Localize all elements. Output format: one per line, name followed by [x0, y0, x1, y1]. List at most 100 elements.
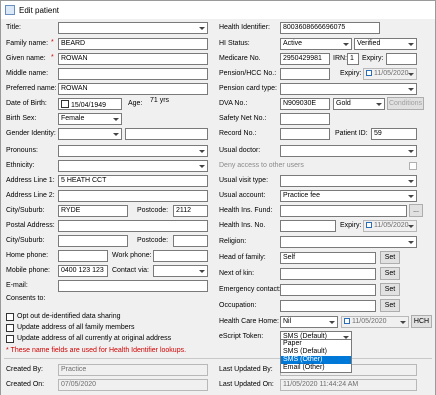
- usual-account-select[interactable]: Practice fee: [280, 190, 417, 202]
- last-updated-on-field: 11/05/2020 11:44:24 AM: [280, 379, 417, 391]
- hi-status-select[interactable]: Active: [280, 38, 352, 50]
- chevron-down-icon: [197, 266, 207, 276]
- occupation-field[interactable]: [280, 300, 376, 312]
- address-line-2-label: Address Line 2:: [6, 192, 55, 199]
- health-identifier-field[interactable]: 8003608666696075: [280, 22, 380, 34]
- health-fund-field[interactable]: [280, 205, 407, 217]
- health-care-home-select[interactable]: Nil: [280, 316, 338, 328]
- pension-card-type-label: Pension card type:: [219, 85, 277, 92]
- head-of-family-label: Head of family:: [219, 254, 266, 261]
- ethnicity-select[interactable]: [58, 160, 208, 172]
- health-care-home-label: Health Care Home:: [219, 318, 279, 325]
- update-family-address-checkbox[interactable]: [6, 324, 14, 332]
- checkbox-icon: [366, 222, 372, 228]
- health-care-home-date-picker[interactable]: 11/05/2020: [341, 316, 409, 328]
- usual-doctor-select[interactable]: [280, 145, 417, 157]
- required-marker: *: [51, 54, 54, 61]
- head-of-family-field[interactable]: Self: [280, 252, 376, 264]
- escript-option-sms-default[interactable]: SMS (Default): [281, 348, 351, 356]
- dob-checkbox[interactable]: [61, 100, 69, 108]
- gender-identity-other-field[interactable]: [125, 128, 208, 140]
- pension-expiry-label: Expiry:: [340, 70, 362, 77]
- birth-sex-select[interactable]: Female: [58, 113, 122, 125]
- escript-option-email-other[interactable]: Email (Other): [281, 364, 351, 372]
- created-on-label: Created On:: [6, 381, 45, 388]
- next-of-kin-field[interactable]: [280, 268, 376, 280]
- opt-out-label: Opt out de-identified data sharing: [17, 313, 121, 320]
- emergency-contact-label: Emergency contact:: [219, 286, 281, 293]
- address-line-1-label: Address Line 1:: [6, 177, 55, 184]
- health-identifier-label: Health Identifier:: [219, 24, 270, 31]
- irn-field[interactable]: 1: [347, 53, 359, 65]
- window-title: Edit patient: [19, 5, 60, 15]
- postal-address-field[interactable]: [58, 220, 208, 232]
- record-no-field[interactable]: [280, 128, 330, 140]
- last-updated-by-label: Last Updated By:: [219, 366, 273, 373]
- escript-option-paper[interactable]: Paper: [281, 340, 351, 348]
- postcode-label: Postcode:: [137, 207, 169, 214]
- health-ins-expiry-picker[interactable]: 11/05/2020: [363, 220, 417, 232]
- religion-select[interactable]: [280, 236, 417, 248]
- emergency-contact-field[interactable]: [280, 284, 376, 296]
- chevron-down-icon: [197, 23, 207, 33]
- hch-button[interactable]: HCH: [411, 315, 432, 328]
- deny-access-label: Deny access to other users: [219, 162, 304, 169]
- work-phone-field[interactable]: [153, 250, 208, 262]
- escript-option-sms-other[interactable]: SMS (Other): [281, 356, 351, 364]
- patient-id-field[interactable]: 59: [371, 128, 417, 140]
- address-line-2-field[interactable]: [58, 190, 208, 202]
- home-phone-field[interactable]: [58, 250, 108, 262]
- postal-postcode-field[interactable]: [173, 235, 208, 247]
- dob-label: Date of Birth:: [6, 100, 47, 107]
- conditions-button[interactable]: Conditions: [387, 97, 424, 110]
- emergency-contact-set-button[interactable]: Set: [380, 283, 400, 296]
- head-of-family-set-button[interactable]: Set: [380, 251, 400, 264]
- medicare-expiry-field[interactable]: [386, 53, 417, 65]
- chevron-down-icon: [111, 114, 121, 124]
- preferred-name-label: Preferred name:: [6, 85, 57, 92]
- dva-card-select[interactable]: Gold: [333, 98, 385, 110]
- chevron-down-icon: [406, 237, 416, 247]
- usual-visit-type-select[interactable]: [280, 175, 417, 187]
- home-phone-label: Home phone:: [6, 252, 49, 259]
- city-field[interactable]: RYDE: [58, 205, 128, 217]
- opt-out-checkbox[interactable]: [6, 313, 14, 321]
- created-on-field: 07/05/2020: [58, 379, 208, 391]
- medicare-field[interactable]: 2950429981: [280, 53, 330, 65]
- chevron-down-icon: [406, 84, 416, 94]
- postal-postcode-label: Postcode:: [137, 237, 169, 244]
- postal-city-field[interactable]: [58, 235, 128, 247]
- address-line-1-field[interactable]: 5 HEATH CCT: [58, 175, 208, 187]
- mobile-phone-field[interactable]: 0400 123 123: [58, 265, 108, 277]
- family-name-field[interactable]: BEARD: [58, 38, 208, 50]
- contact-via-select[interactable]: [153, 265, 208, 277]
- postcode-field[interactable]: 2112: [173, 205, 208, 217]
- update-family-address-label: Update address of all family members: [17, 324, 135, 331]
- chevron-down-icon: [406, 191, 416, 201]
- chevron-down-icon: [327, 317, 337, 327]
- occupation-set-button[interactable]: Set: [380, 299, 400, 312]
- pronouns-select[interactable]: [58, 145, 208, 157]
- pension-expiry-picker[interactable]: 11/05/2020: [363, 68, 417, 80]
- gender-identity-select[interactable]: [58, 128, 122, 140]
- medicare-expiry-label: Expiry:: [362, 55, 384, 62]
- age-value: 71 yrs: [150, 97, 170, 104]
- hi-verified-select[interactable]: Verified: [354, 38, 417, 50]
- preferred-name-field[interactable]: ROWAN: [58, 83, 208, 95]
- deny-access-checkbox[interactable]: [409, 162, 417, 170]
- safety-net-field[interactable]: [280, 113, 330, 125]
- given-name-field[interactable]: ROWAN: [58, 53, 208, 65]
- pension-field[interactable]: [280, 68, 330, 80]
- middle-name-field[interactable]: [58, 68, 208, 80]
- next-of-kin-set-button[interactable]: Set: [380, 267, 400, 280]
- dob-field[interactable]: 15/04/1949: [58, 98, 122, 110]
- health-fund-browse-button[interactable]: ...: [409, 204, 423, 217]
- gender-identity-label: Gender Identity:: [6, 130, 56, 137]
- pension-card-type-select[interactable]: [280, 83, 417, 95]
- title-select[interactable]: [58, 22, 208, 34]
- update-original-address-checkbox[interactable]: [6, 335, 14, 343]
- health-ins-no-field[interactable]: [280, 220, 336, 232]
- chevron-down-icon: [111, 129, 121, 139]
- email-field[interactable]: [58, 280, 208, 292]
- dva-field[interactable]: N909030E: [280, 98, 330, 110]
